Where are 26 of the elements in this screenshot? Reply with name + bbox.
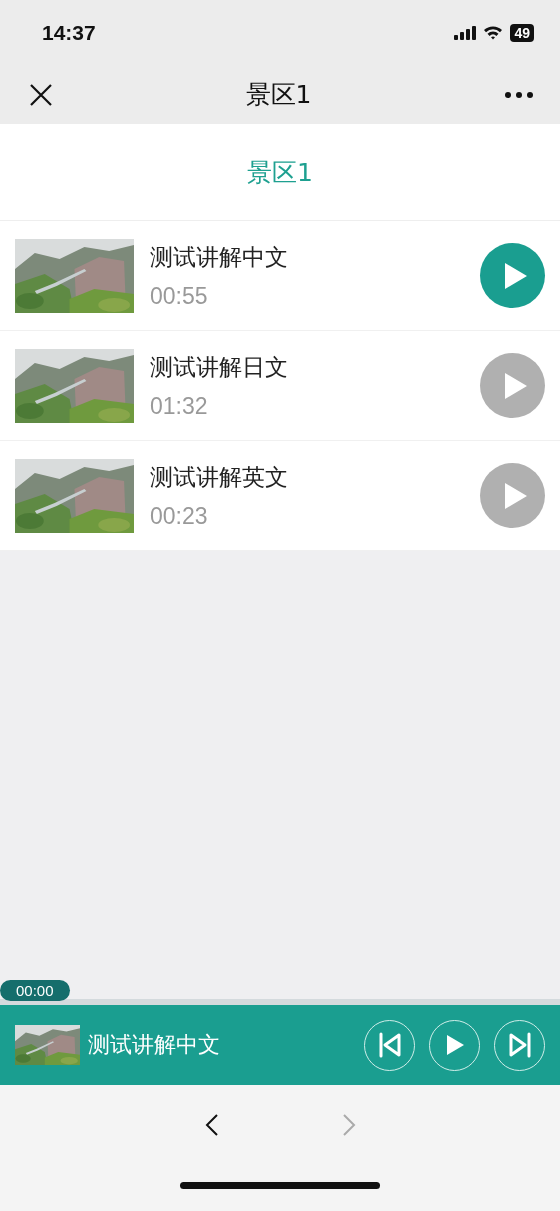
page-title: 景区1 [245,79,312,111]
track-item[interactable]: 测试讲解日文 01:32 [0,331,560,441]
time-badge: 00:00 [0,980,70,1001]
track-duration: 00:55 [150,282,209,310]
track-duration: 00:23 [150,502,209,530]
wifi-icon [483,25,504,40]
back-icon[interactable] [204,1113,219,1137]
track-title: 测试讲解英文 [150,462,289,492]
close-icon[interactable] [29,82,53,107]
track-title: 测试讲解中文 [150,242,289,272]
track-duration: 01:32 [150,392,209,420]
next-icon [507,1032,532,1058]
signal-icon [454,25,477,40]
battery-icon: 49 [510,23,534,42]
play-icon [502,370,529,401]
section-title: 景区1 [247,156,313,189]
progress-track[interactable] [0,999,560,1005]
track-item[interactable]: 测试讲解中文 00:55 [0,221,560,331]
track-item[interactable]: 测试讲解英文 00:23 [0,441,560,551]
now-playing-title: 测试讲解中文 [88,1031,221,1059]
status-time: 14:37 [42,20,96,45]
previous-icon [377,1032,402,1058]
more-icon[interactable] [504,90,534,99]
play-icon [502,480,529,511]
track-title: 测试讲解日文 [150,352,289,382]
play-icon [502,260,529,291]
